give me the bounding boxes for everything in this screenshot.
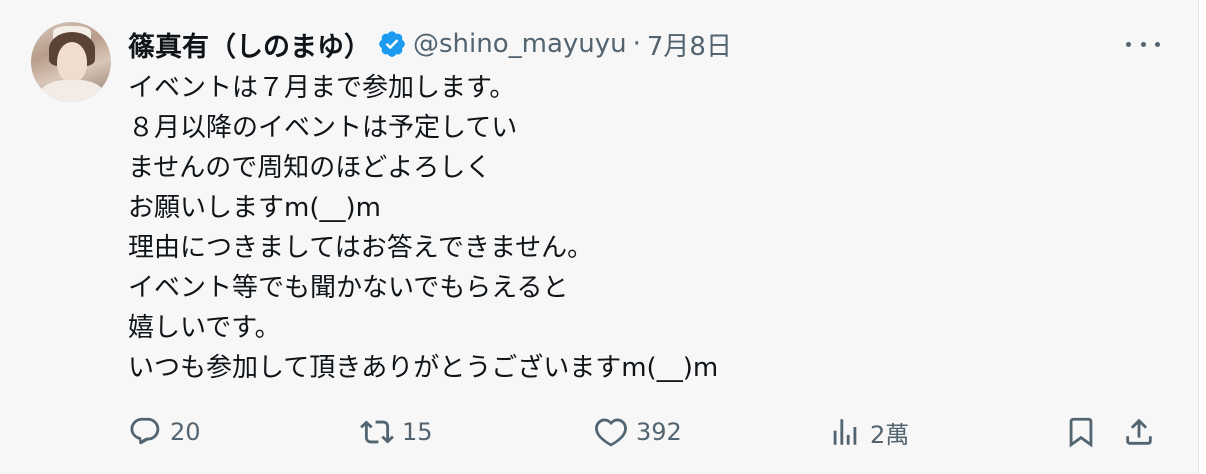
avatar[interactable]	[31, 22, 111, 102]
share-button[interactable]	[1122, 410, 1156, 454]
tweet-line: ８月以降のイベントは予定してい	[128, 113, 518, 143]
tweet-line: イベント等でも聞かないでもらえると	[128, 273, 569, 303]
heart-icon	[595, 418, 627, 447]
reply-icon	[130, 417, 160, 445]
tweet-line: お願いしますm(__)m	[128, 193, 381, 223]
bookmark-icon	[1069, 417, 1093, 448]
tweet-card[interactable]: 篠真有（しのまゆ） @shino_mayuyu · 7月8日 イベントは７月まで…	[0, 0, 1206, 474]
tweet-line: ませんので周知のほどよろしく	[128, 153, 492, 183]
retweet-count: 15	[402, 418, 433, 446]
tweet-line: 理由につきましてはお答えできません。	[128, 233, 594, 263]
retweet-icon	[360, 420, 394, 444]
scroll-edge	[1198, 0, 1206, 474]
bookmark-button[interactable]	[1064, 410, 1098, 454]
tweet-line: イベントは７月まで参加します。	[128, 73, 516, 103]
verified-badge-icon[interactable]	[377, 29, 407, 59]
like-count: 392	[636, 418, 682, 446]
tweet-line: いつも参加して頂きありがとうございますm(__)m	[128, 353, 719, 383]
tweet-date[interactable]: 7月8日	[647, 26, 732, 63]
handle[interactable]: @shino_mayuyu	[413, 29, 627, 59]
retweet-button[interactable]: 15	[360, 410, 433, 454]
separator-dot: ·	[632, 29, 641, 59]
analytics-icon	[833, 419, 857, 445]
display-name[interactable]: 篠真有（しのまゆ）	[128, 25, 371, 64]
share-icon	[1126, 418, 1152, 445]
tweet-header: 篠真有（しのまゆ） @shino_mayuyu · 7月8日	[128, 24, 732, 64]
action-bar: 20 15 392 2萬	[128, 410, 1168, 454]
tweet-line: 嬉しいです。	[128, 313, 281, 343]
reply-count: 20	[170, 418, 201, 446]
views-button[interactable]: 2萬	[828, 410, 909, 454]
tweet-text: イベントは７月まで参加します。 ８月以降のイベントは予定してい ませんので周知の…	[128, 68, 1148, 388]
views-count: 2萬	[870, 420, 910, 449]
more-dots-icon[interactable]	[1126, 30, 1160, 58]
reply-button[interactable]: 20	[128, 410, 201, 454]
like-button[interactable]: 392	[594, 410, 682, 454]
